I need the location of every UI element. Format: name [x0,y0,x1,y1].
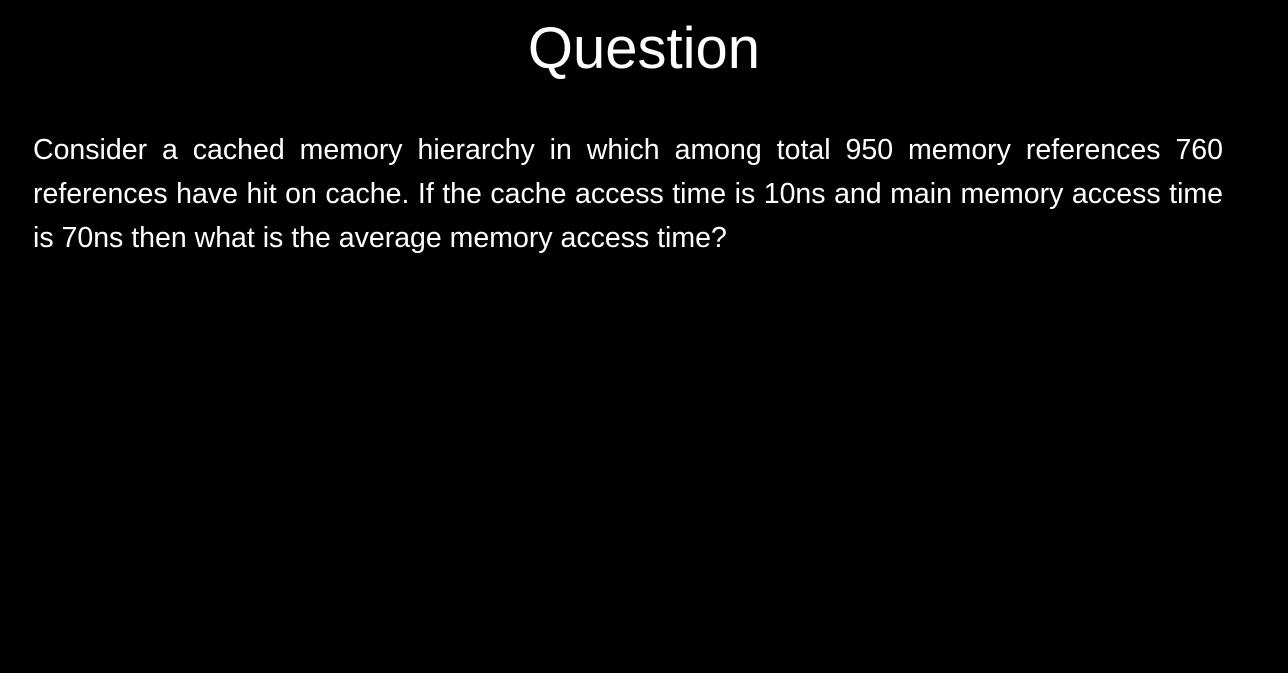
slide: Question Consider a cached memory hierar… [0,0,1288,673]
question-text: Consider a cached memory hierarchy in wh… [33,134,1223,254]
slide-title: Question [527,16,761,81]
